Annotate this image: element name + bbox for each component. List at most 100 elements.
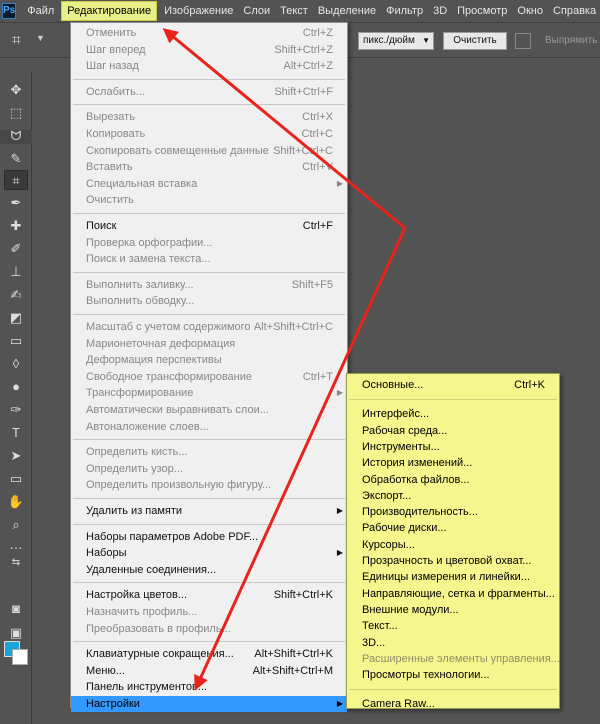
edit-menu-item[interactable]: Ослабить... Shift+Ctrl+F [71,84,347,100]
edit-menu-item[interactable]: Преобразовать в профиль... [71,621,347,637]
edit-menu-item[interactable]: Скопировать совмещенные данные Shift+Ctrl… [71,143,347,159]
menu-item-label: Марионеточная деформация [86,337,236,350]
type-tool-icon[interactable]: T [4,423,28,443]
menubar-item-7[interactable]: 3D [428,1,452,21]
edit-menu-item[interactable]: Поиск Ctrl+F [71,218,347,234]
preferences-menu-item[interactable]: Единицы измерения и линейки... [347,569,559,585]
gradient-tool-icon[interactable]: ▭ [4,331,28,351]
menubar-item-0[interactable]: Файл [22,1,59,21]
path-selection-tool-icon[interactable]: ➤ [4,446,28,466]
edit-menu-item[interactable]: Свободное трансформирование Ctrl+T [71,369,347,385]
preferences-menu-item[interactable]: Экспорт... [347,488,559,504]
edit-menu-item[interactable]: Выполнить обводку... [71,293,347,309]
menubar-item-10[interactable]: Справка [548,1,600,21]
edit-menu-item[interactable]: Шаг вперед Shift+Ctrl+Z [71,42,347,58]
edit-menu-item[interactable]: Удалить из памяти ▶ [71,503,347,519]
screen-mode-icon[interactable]: ▣ [4,623,28,643]
preferences-menu-item[interactable]: Прозрачность и цветовой охват... [347,553,559,569]
edit-menu-item[interactable]: Очистить [71,192,347,208]
edit-menu-item[interactable]: Автоналожение слоев... [71,419,347,435]
edit-menu-item[interactable]: Удаленные соединения... [71,562,347,578]
edit-menu-item[interactable]: Настройки ▶ [71,696,347,712]
edit-menu-item[interactable]: Трансформирование ▶ [71,385,347,401]
preferences-menu-item[interactable]: Camera Raw... [347,696,559,712]
clone-stamp-tool-icon[interactable]: ⊥ [4,262,28,282]
blur-tool-icon[interactable]: ◊ [4,354,28,374]
menubar-item-6[interactable]: Фильтр [381,1,428,21]
brush-tool-icon[interactable]: ✐ [4,239,28,259]
crop-tool-preset-icon[interactable]: ⌗ [12,31,32,51]
zoom-tool-icon[interactable]: ⌕ [4,515,28,535]
edit-menu-item[interactable]: Вставить Ctrl+V [71,159,347,175]
preferences-menu-item[interactable]: Интерфейс... [347,406,559,422]
crop-tool-icon[interactable]: ⌗ [4,170,28,190]
hand-tool-icon[interactable]: ✋ [4,492,28,512]
rectangle-tool-icon[interactable]: ▭ [4,469,28,489]
history-brush-tool-icon[interactable]: ✍ [4,285,28,305]
menubar-item-5[interactable]: Выделение [313,1,381,21]
pen-tool-icon[interactable]: ✑ [4,400,28,420]
preferences-menu-item[interactable]: Инструменты... [347,439,559,455]
straighten-button[interactable]: Выпрямить [545,33,597,49]
edit-menu-item[interactable]: Меню... Alt+Shift+Ctrl+M [71,663,347,679]
quick-selection-tool-icon[interactable]: ✎ [4,149,28,169]
chevron-down-icon[interactable]: ▼ [36,33,45,43]
edit-menu-item[interactable]: Поиск и замена текста... [71,251,347,267]
edit-menu-item[interactable]: Масштаб с учетом содержимого Alt+Shift+Ct… [71,319,347,335]
edit-menu-item[interactable]: Выполнить заливку... Shift+F5 [71,277,347,293]
dodge-tool-icon[interactable]: ● [4,377,28,397]
edit-menu-item[interactable]: Настройка цветов... Shift+Ctrl+K [71,587,347,603]
menu-item-label: Рабочая среда... [362,424,448,437]
menubar-item-4[interactable]: Текст [275,1,313,21]
preferences-menu-item[interactable]: Рабочие диски... [347,520,559,536]
preferences-menu-item[interactable]: Рабочая среда... [347,423,559,439]
edit-menu-item[interactable]: Деформация перспективы [71,352,347,368]
edit-menu-item[interactable]: Специальная вставка ▶ [71,176,347,192]
menubar-item-2[interactable]: Изображение [159,1,238,21]
menubar-item-3[interactable]: Слои [238,1,275,21]
marquee-tool-icon[interactable]: ⬚ [4,103,28,123]
edit-menu-item[interactable]: Наборы параметров Adobe PDF... [71,529,347,545]
quick-mask-icon[interactable]: ◙ [4,599,28,619]
lasso-tool-icon[interactable]: ᗢ [4,126,28,146]
edit-menu-item[interactable]: Назначить профиль... [71,604,347,620]
preferences-menu-item[interactable]: Расширенные элементы управления... [347,651,560,667]
swap-colors-icon[interactable]: ⇆ [4,553,28,573]
preferences-menu-item[interactable]: Текст... [347,618,559,634]
edit-menu-item[interactable]: Автоматически выравнивать слои... [71,402,347,418]
healing-brush-tool-icon[interactable]: ✚ [4,216,28,236]
preferences-menu-item[interactable]: Производительность... [347,504,559,520]
edit-menu-item[interactable]: Наборы ▶ [71,545,347,561]
edit-menu-item[interactable]: Проверка орфографии... [71,235,347,251]
edit-menu-item[interactable]: Определить узор... [71,461,347,477]
preferences-menu-item[interactable]: Обработка файлов... [347,472,559,488]
menubar-item-9[interactable]: Окно [512,1,548,21]
preferences-menu-item[interactable]: Направляющие, сетка и фрагменты... [347,586,559,602]
preferences-menu-item[interactable]: История изменений... [347,455,559,471]
edit-menu-item[interactable]: Панель инструментов... [71,679,347,695]
eyedropper-tool-icon[interactable]: ✒ [4,193,28,213]
edit-menu-item[interactable]: Определить кисть... [71,444,347,460]
edit-menu-item[interactable]: Вырезать Ctrl+X [71,109,347,125]
menubar-item-8[interactable]: Просмотр [452,1,512,21]
menu-separator [349,399,557,401]
eraser-tool-icon[interactable]: ◩ [4,308,28,328]
edit-menu-item[interactable]: Клавиатурные сокращения... Alt+Shift+Ctrl… [71,646,347,662]
clear-button[interactable]: Очистить [443,32,507,50]
edit-menu-item[interactable]: Марионеточная деформация [71,336,347,352]
edit-menu-item[interactable]: Определить произвольную фигуру... [71,477,347,493]
edit-menu-item[interactable]: Копировать Ctrl+C [71,126,347,142]
submenu-arrow-icon: ▶ [336,506,343,515]
preferences-menu-item[interactable]: Просмотры технологии... [347,667,559,683]
edit-menu-item[interactable]: Шаг назад Alt+Ctrl+Z [71,58,347,74]
edit-menu-item[interactable]: Отменить Ctrl+Z [71,25,347,41]
move-tool-icon[interactable]: ✥ [4,80,28,100]
preferences-menu-item[interactable]: Курсоры... [347,537,559,553]
menubar-item-1[interactable]: Редактирование [61,1,158,21]
background-color-swatch[interactable] [12,649,28,665]
preferences-menu-item[interactable]: 3D... [347,635,559,651]
grid-overlay-icon[interactable] [515,33,531,49]
units-select[interactable]: пикс./дюйм ▼ [358,32,434,50]
preferences-menu-item[interactable]: Внешние модули... [347,602,559,618]
preferences-menu-item[interactable]: Основные... Ctrl+K [347,377,559,393]
